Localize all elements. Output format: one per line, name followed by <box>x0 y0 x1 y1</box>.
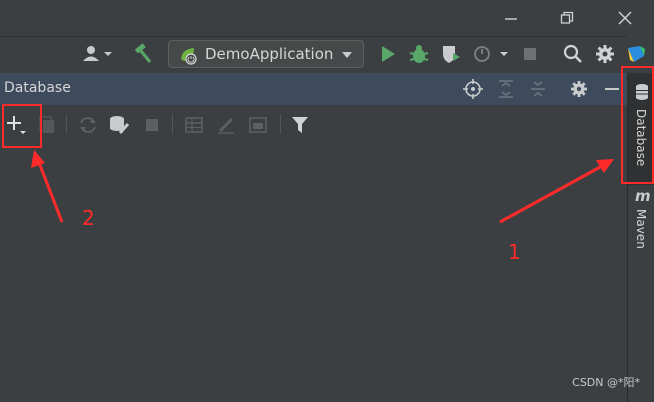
arrow-2-shaft <box>36 159 64 223</box>
annotation-arrows <box>31 150 614 224</box>
annotation-label-1: 1 <box>508 240 521 264</box>
arrow-2-head <box>31 150 45 168</box>
arrow-1-head <box>596 159 614 173</box>
arrow-1-shaft <box>499 164 603 224</box>
annotation-label-2: 2 <box>82 206 95 230</box>
watermark: CSDN @*阳* <box>572 376 640 389</box>
